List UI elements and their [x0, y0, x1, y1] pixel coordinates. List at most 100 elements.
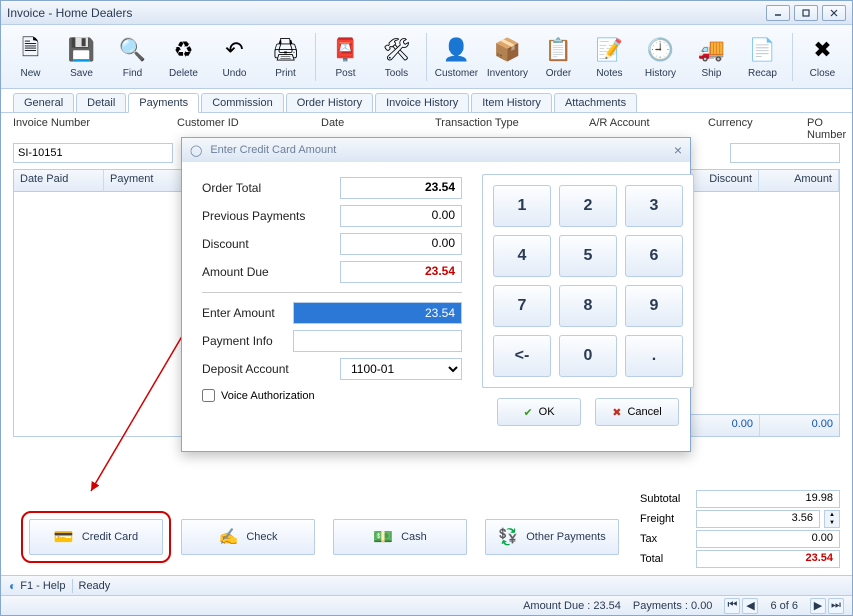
keypad-7-button[interactable]: 7 [493, 285, 551, 327]
keypad-backspace-button[interactable]: <- [493, 335, 551, 377]
tb-history-button[interactable]: 🕘History [637, 28, 684, 86]
tb-ship-button[interactable]: 🚚Ship [688, 28, 735, 86]
keypad-dot-button[interactable]: . [625, 335, 683, 377]
col-amount[interactable]: Amount [759, 170, 839, 192]
modal-titlebar: ◯ Enter Credit Card Amount × [182, 138, 690, 162]
order-icon: 📋 [542, 34, 574, 66]
subtotal-label: Subtotal [640, 493, 692, 505]
payment-info-label: Payment Info [202, 334, 285, 348]
status-amount-due: 23.54 [593, 600, 621, 612]
cash-icon: 💵 [373, 527, 393, 547]
tb-save-button[interactable]: 💾Save [58, 28, 105, 86]
modal-close-button[interactable]: × [674, 142, 682, 158]
post-icon: 📮 [329, 34, 361, 66]
totals-panel: Subtotal19.98 Freight3.56▲▼ Tax0.00 Tota… [640, 489, 840, 569]
keypad-0-button[interactable]: 0 [559, 335, 617, 377]
delete-icon: ♻ [168, 34, 200, 66]
tb-print-button[interactable]: 🖨Print [262, 28, 309, 86]
cancel-icon: ✖ [612, 406, 621, 419]
tb-notes-button[interactable]: 📝Notes [586, 28, 633, 86]
customer-icon: 👤 [440, 34, 472, 66]
status-payments-label: Payments : [633, 600, 688, 612]
record-total: 6 [792, 600, 798, 612]
print-icon: 🖨 [270, 34, 302, 66]
help-icon: ◐ [9, 579, 16, 593]
ok-button[interactable]: ✔OK [497, 398, 581, 426]
keypad-6-button[interactable]: 6 [625, 235, 683, 277]
col-discount[interactable]: Discount [689, 170, 759, 192]
minimize-button[interactable] [766, 5, 790, 21]
payment-buttons: 💳Credit Card ✍Check 💵Cash 💱Other Payments [29, 519, 619, 555]
enter-amount-input[interactable] [293, 302, 462, 324]
deposit-account-select[interactable]: 1100-01 [340, 358, 462, 380]
po-number-input[interactable] [730, 143, 840, 163]
tab-commission[interactable]: Commission [201, 93, 284, 112]
nav-first-button[interactable]: ⏮ [724, 598, 740, 614]
status-bar: Amount Due : 23.54 Payments : 0.00 ⏮ ◀ 6… [1, 595, 852, 615]
grid-total-amount: 0.00 [759, 414, 839, 436]
maximize-button[interactable] [794, 5, 818, 21]
close-button[interactable] [822, 5, 846, 21]
keypad-1-button[interactable]: 1 [493, 185, 551, 227]
tb-tools-button[interactable]: 🛠Tools [373, 28, 420, 86]
grid-total-discount: 0.00 [689, 414, 759, 436]
status-payments: 0.00 [691, 600, 712, 612]
pay-other-button[interactable]: 💱Other Payments [485, 519, 619, 555]
window-title: Invoice - Home Dealers [7, 6, 132, 20]
total-label: Total [640, 553, 692, 565]
payment-info-input[interactable] [293, 330, 462, 352]
invoice-number-input[interactable] [13, 143, 173, 163]
cancel-button[interactable]: ✖Cancel [595, 398, 679, 426]
nav-last-button[interactable]: ⏭ [828, 598, 844, 614]
tab-general[interactable]: General [13, 93, 74, 112]
voice-auth-checkbox[interactable] [202, 389, 215, 402]
tb-find-button[interactable]: 🔍Find [109, 28, 156, 86]
tb-customer-button[interactable]: 👤Customer [433, 28, 480, 86]
credit-card-icon: 💳 [54, 527, 74, 547]
tab-attachments[interactable]: Attachments [554, 93, 637, 112]
tb-recap-button[interactable]: 📄Recap [739, 28, 786, 86]
tab-detail[interactable]: Detail [76, 93, 126, 112]
keypad-8-button[interactable]: 8 [559, 285, 617, 327]
prev-payments-label: Previous Payments [202, 209, 332, 223]
recap-icon: 📄 [746, 34, 778, 66]
pay-check-button[interactable]: ✍Check [181, 519, 315, 555]
tb-delete-button[interactable]: ♻Delete [160, 28, 207, 86]
freight-spinner[interactable]: ▲▼ [824, 510, 840, 528]
keypad-9-button[interactable]: 9 [625, 285, 683, 327]
tb-new-button[interactable]: 🗎New [7, 28, 54, 86]
discount-label: Discount [202, 237, 332, 251]
prev-payments-value: 0.00 [340, 205, 462, 227]
record-pos: 6 [770, 600, 776, 612]
keypad: 123 456 789 <-0. [482, 174, 694, 388]
modal-title: Enter Credit Card Amount [210, 144, 336, 156]
tb-order-button[interactable]: 📋Order [535, 28, 582, 86]
tab-payments[interactable]: Payments [128, 93, 199, 113]
subtotal-value: 19.98 [696, 490, 840, 508]
freight-value: 3.56 [696, 510, 820, 528]
po-number-label: PO Number [807, 117, 846, 141]
tb-inventory-button[interactable]: 📦Inventory [484, 28, 531, 86]
deposit-account-label: Deposit Account [202, 362, 332, 376]
tab-item-history[interactable]: Item History [471, 93, 552, 112]
keypad-2-button[interactable]: 2 [559, 185, 617, 227]
total-value: 23.54 [696, 550, 840, 568]
close-icon: ✖ [806, 34, 838, 66]
tb-post-button[interactable]: 📮Post [322, 28, 369, 86]
nav-prev-button[interactable]: ◀ [742, 598, 758, 614]
nav-next-button[interactable]: ▶ [810, 598, 826, 614]
pay-cash-button[interactable]: 💵Cash [333, 519, 467, 555]
invoice-number-label: Invoice Number [13, 117, 173, 141]
keypad-4-button[interactable]: 4 [493, 235, 551, 277]
pay-credit-card-button[interactable]: 💳Credit Card [29, 519, 163, 555]
keypad-5-button[interactable]: 5 [559, 235, 617, 277]
tb-close-button[interactable]: ✖Close [799, 28, 846, 86]
help-text[interactable]: F1 - Help [20, 580, 65, 592]
toolbar: 🗎New💾Save🔍Find♻Delete↶Undo🖨Print 📮Post🛠To… [1, 25, 852, 89]
tab-invoice-history[interactable]: Invoice History [375, 93, 469, 112]
tab-order-history[interactable]: Order History [286, 93, 373, 112]
keypad-3-button[interactable]: 3 [625, 185, 683, 227]
col-date-paid[interactable]: Date Paid [14, 170, 104, 192]
tb-undo-button[interactable]: ↶Undo [211, 28, 258, 86]
undo-icon: ↶ [219, 34, 251, 66]
